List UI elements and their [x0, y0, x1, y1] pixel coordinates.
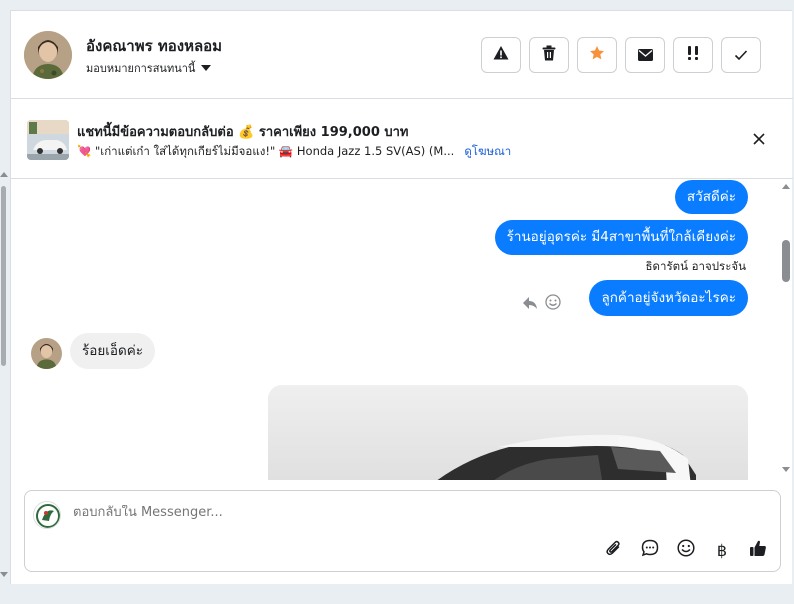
baht-icon: ฿: [716, 540, 728, 560]
emoji-button[interactable]: [674, 538, 698, 562]
star-icon: [589, 45, 605, 65]
page-scrollbar[interactable]: [0, 0, 10, 584]
ad-title: แชทนี้มีข้อความตอบกลับต่อ 💰 ราคาเพียง 19…: [77, 125, 409, 140]
message-bubble-outgoing[interactable]: สวัสดีค่ะ: [674, 180, 748, 214]
ad-subtitle-row: 💘 "เก่าแต่เก๋า ใส่ได้ทุกเกียร์ไม่มีจอแง!…: [77, 143, 511, 161]
delete-button[interactable]: [529, 37, 569, 73]
car-photo-attachment[interactable]: [268, 385, 748, 480]
thumbs-up-icon: [749, 539, 767, 561]
like-button[interactable]: [746, 538, 770, 562]
message-sender-name: ธิดารัตน์ อาจประจัน: [645, 259, 746, 273]
payment-button[interactable]: ฿: [710, 538, 734, 562]
attachment-button[interactable]: [602, 538, 626, 562]
message-bubble-outgoing[interactable]: ลูกค้าอยู่จังหวัดอะไรคะ: [589, 280, 748, 316]
report-icon: [493, 45, 509, 65]
ad-subtitle: 💘 "เก่าแต่เก๋า ใส่ได้ทุกเกียร์ไม่มีจอแง!…: [77, 144, 455, 158]
assign-label: มอบหมายการสนทนานี้: [86, 62, 196, 75]
react-emoji-icon[interactable]: [545, 294, 561, 314]
priority-icon: [685, 45, 701, 65]
conversation-panel: อังคณาพร ทองหลอม มอบหมายการสนทนานี้ แชทน…: [10, 10, 793, 584]
priority-button[interactable]: [673, 37, 713, 73]
assign-conversation-dropdown[interactable]: มอบหมายการสนทนานี้: [86, 59, 212, 77]
scroll-up-arrow[interactable]: [0, 172, 8, 177]
scrollbar-thumb[interactable]: [782, 240, 790, 282]
customer-avatar-small[interactable]: [31, 338, 62, 369]
close-ad-bar-button[interactable]: [749, 129, 769, 149]
page-avatar: [33, 501, 61, 529]
trash-icon: [542, 45, 556, 65]
reply-composer: ฿: [24, 490, 781, 572]
message-thread: สวัสดีค่ะ ร้านอยู่อุดรค่ะ มี4สาขาพื้นที่…: [11, 180, 793, 480]
message-input[interactable]: [73, 505, 673, 520]
emoji-icon: [677, 539, 695, 561]
mark-done-button[interactable]: [721, 37, 761, 73]
scroll-up-arrow[interactable]: [782, 184, 790, 189]
view-ad-link[interactable]: ดูโฆษณา: [464, 143, 511, 161]
mail-icon: [637, 46, 653, 65]
mark-unread-button[interactable]: [625, 37, 665, 73]
star-button[interactable]: [577, 37, 617, 73]
scrollbar-thumb[interactable]: [1, 186, 6, 366]
ad-context-bar: แชทนี้มีข้อความตอบกลับต่อ 💰 ราคาเพียง 19…: [11, 99, 793, 179]
customer-name: อังคณาพร ทองหลอม: [86, 37, 223, 55]
conversation-header: อังคณาพร ทองหลอม มอบหมายการสนทนานี้: [11, 11, 793, 99]
message-bubble-outgoing[interactable]: ร้านอยู่อุดรค่ะ มี4สาขาพื้นที่ใกล้เคียงค…: [494, 220, 748, 255]
close-icon: [753, 130, 765, 149]
reply-icon[interactable]: [522, 295, 538, 314]
scroll-down-arrow[interactable]: [0, 572, 8, 577]
customer-avatar[interactable]: [24, 31, 72, 79]
chevron-down-icon: [201, 65, 212, 71]
check-icon: [734, 46, 748, 65]
thread-scrollbar[interactable]: [781, 180, 791, 480]
message-bubble-incoming[interactable]: ร้อยเอ็ดค่ะ: [70, 333, 156, 369]
scroll-down-arrow[interactable]: [782, 467, 790, 472]
saved-reply-button[interactable]: [638, 538, 662, 562]
report-button[interactable]: [481, 37, 521, 73]
attachment-icon: [605, 539, 623, 561]
ad-thumbnail[interactable]: [27, 120, 69, 160]
saved-reply-icon: [641, 539, 659, 561]
